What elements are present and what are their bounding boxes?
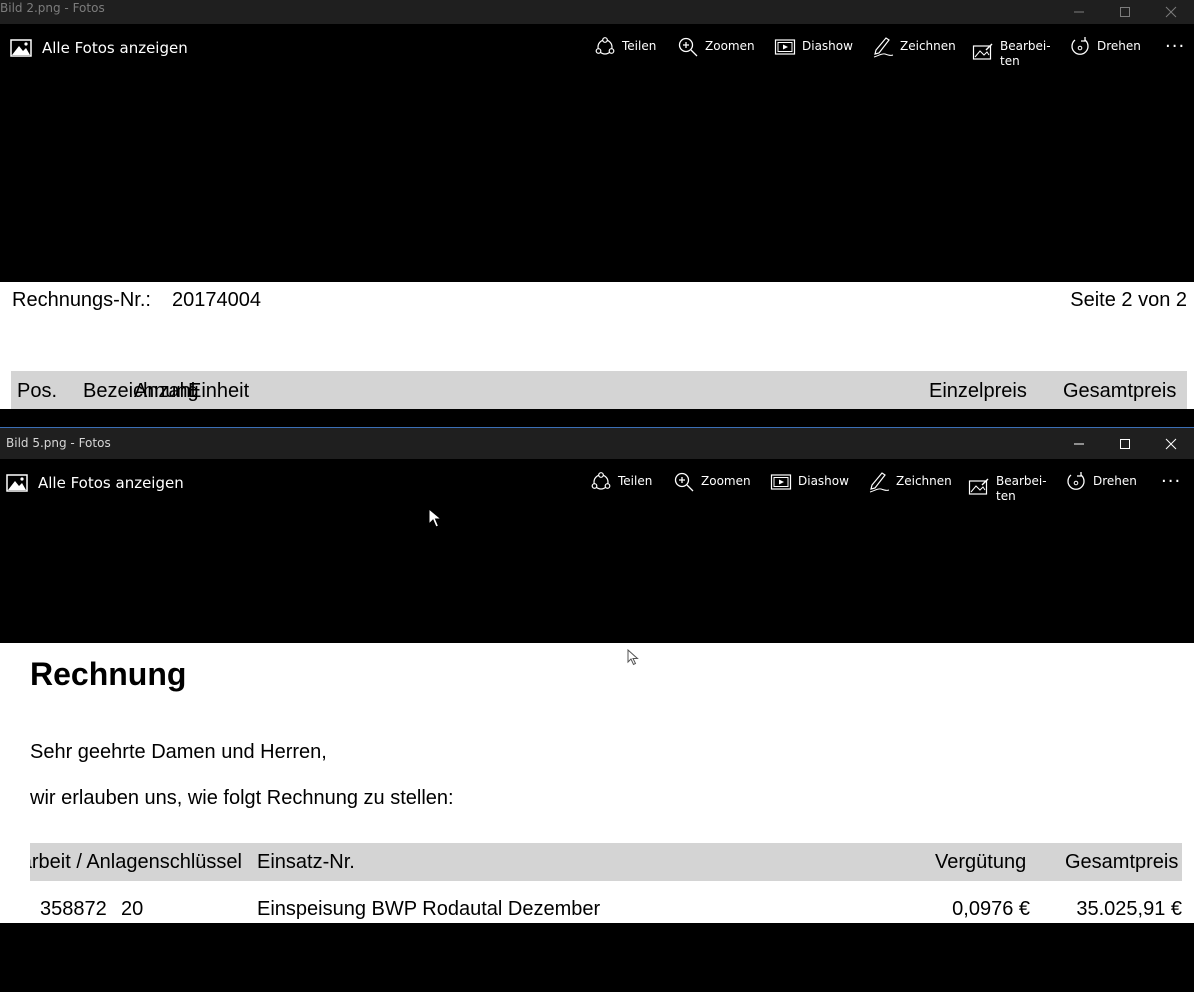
header-anzahl: Anzahl xyxy=(134,380,196,402)
document-heading: Rechnung xyxy=(30,656,187,692)
share-icon xyxy=(591,472,611,490)
share-icon xyxy=(595,37,615,55)
slideshow-button[interactable]: Diashow xyxy=(770,471,849,493)
minimize-button[interactable] xyxy=(1056,0,1102,24)
mouse-pointer-icon xyxy=(428,508,442,528)
edit-image-icon xyxy=(972,43,993,60)
slideshow-icon xyxy=(770,474,792,490)
maximize-icon xyxy=(1120,438,1130,449)
slideshow-label: Diashow xyxy=(802,39,853,53)
zoom-button[interactable]: Zoomen xyxy=(677,36,755,58)
rotate-button[interactable]: Drehen xyxy=(1069,36,1141,58)
edit-button[interactable]: Bearbei-ten xyxy=(968,471,1047,504)
maximize-icon xyxy=(1120,7,1130,17)
window-title: Bild 5.png - Fotos xyxy=(6,436,111,450)
more-options-button[interactable]: ··· xyxy=(1161,471,1181,492)
header-einzelpreis: Einzelpreis xyxy=(929,380,1027,402)
close-button[interactable] xyxy=(1148,0,1194,24)
minimize-icon xyxy=(1074,11,1084,13)
edit-button[interactable]: Bearbei-ten xyxy=(972,36,1051,69)
share-label: Teilen xyxy=(622,39,657,53)
row-nr: 20 xyxy=(121,898,144,920)
header-pos: Pos. xyxy=(17,380,58,402)
show-all-photos-link[interactable]: Alle Fotos anzeigen xyxy=(42,39,188,57)
header-gesamtpreis: Gesamtpreis xyxy=(1065,851,1179,873)
photos-window-bild-5: Bild 5.png - Fotos Alle Fotos anzeigen T… xyxy=(0,427,1194,924)
header-verguetung: Vergütung xyxy=(935,851,1027,873)
rotate-button[interactable]: Drehen xyxy=(1065,471,1137,493)
row-verguetung: 0,0976 € xyxy=(952,898,1030,920)
zoom-label: Zoomen xyxy=(705,39,755,53)
share-button[interactable]: Teilen xyxy=(590,471,652,493)
edit-image-icon xyxy=(968,478,989,495)
rotate-label: Drehen xyxy=(1093,474,1137,488)
invoice-number: 20174004 xyxy=(172,289,261,311)
header-gesamtpreis: Gesamtpreis xyxy=(1063,380,1177,402)
show-all-photos-link[interactable]: Alle Fotos anzeigen xyxy=(38,474,184,492)
page-indicator: Seite 2 von 2 xyxy=(1070,289,1187,311)
pen-icon xyxy=(869,472,890,493)
intro-text: wir erlauben uns, wie folgt Rechnung zu … xyxy=(30,787,454,809)
title-bar[interactable]: Bild 2.png - Fotos xyxy=(0,0,1194,24)
minimize-button[interactable] xyxy=(1056,428,1102,459)
edit-label: Bearbei-ten xyxy=(1000,39,1051,68)
header-anlagenschluessel: Fallarbeit / Anlagenschlüssel xyxy=(30,851,242,873)
mouse-pointer-ghost-icon xyxy=(627,649,639,666)
zoom-icon xyxy=(674,472,694,492)
rotate-icon xyxy=(1067,472,1085,490)
header-einheit: Einheit xyxy=(188,380,250,402)
close-button[interactable] xyxy=(1148,428,1194,459)
pen-icon xyxy=(873,37,894,58)
window-controls xyxy=(1056,428,1194,459)
draw-button[interactable]: Zeichnen xyxy=(872,36,956,58)
header-einsatz-nr: Einsatz-Nr. xyxy=(257,851,355,873)
rotate-label: Drehen xyxy=(1097,39,1141,53)
maximize-button[interactable] xyxy=(1102,0,1148,24)
more-options-button[interactable]: ··· xyxy=(1165,36,1185,57)
draw-button[interactable]: Zeichnen xyxy=(868,471,952,493)
window-title: Bild 2.png - Fotos xyxy=(0,1,105,15)
zoom-label: Zoomen xyxy=(701,474,751,488)
title-bar[interactable]: Bild 5.png - Fotos xyxy=(0,428,1194,459)
slideshow-button[interactable]: Diashow xyxy=(774,36,853,58)
row-anlage: 358872 xyxy=(40,898,107,920)
edit-label: Bearbei-ten xyxy=(996,474,1047,503)
minimize-icon xyxy=(1074,443,1084,444)
share-button[interactable]: Teilen xyxy=(594,36,656,58)
photos-window-bild-2: Bild 2.png - Fotos Alle Fotos anzeigen T… xyxy=(0,0,1194,414)
share-label: Teilen xyxy=(618,474,653,488)
draw-label: Zeichnen xyxy=(896,474,952,488)
close-icon xyxy=(1165,438,1177,449)
zoom-button[interactable]: Zoomen xyxy=(673,471,751,493)
greeting-text: Sehr geehrte Damen und Herren, xyxy=(30,741,327,763)
row-gesamtpreis: 35.025,91 € xyxy=(1076,898,1182,920)
toolbar: Alle Fotos anzeigen Teilen Zoomen Diasho… xyxy=(0,459,1194,507)
draw-label: Zeichnen xyxy=(900,39,956,53)
slideshow-icon xyxy=(774,39,796,55)
toolbar: Alle Fotos anzeigen Teilen Zoomen Diasho… xyxy=(0,24,1194,72)
rotate-icon xyxy=(1071,37,1089,55)
document-image: Rechnung Sehr geehrte Damen und Herren, … xyxy=(0,643,1194,923)
window-controls xyxy=(1056,0,1194,24)
invoice-number-label: Rechnungs-Nr.: xyxy=(12,289,151,311)
maximize-button[interactable] xyxy=(1102,428,1148,459)
photos-app-icon[interactable] xyxy=(10,39,32,57)
slideshow-label: Diashow xyxy=(798,474,849,488)
row-bezeichnung: Einspeisung BWP Rodautal Dezember xyxy=(257,898,601,920)
document-image: Rechnungs-Nr.: 20174004 Seite 2 von 2 Po… xyxy=(0,282,1194,409)
header-anlagenschluessel-clip: Fallarbeit / Anlagenschlüssel xyxy=(30,851,252,874)
close-icon xyxy=(1165,6,1177,18)
zoom-icon xyxy=(678,37,698,57)
photos-app-icon[interactable] xyxy=(6,474,28,492)
